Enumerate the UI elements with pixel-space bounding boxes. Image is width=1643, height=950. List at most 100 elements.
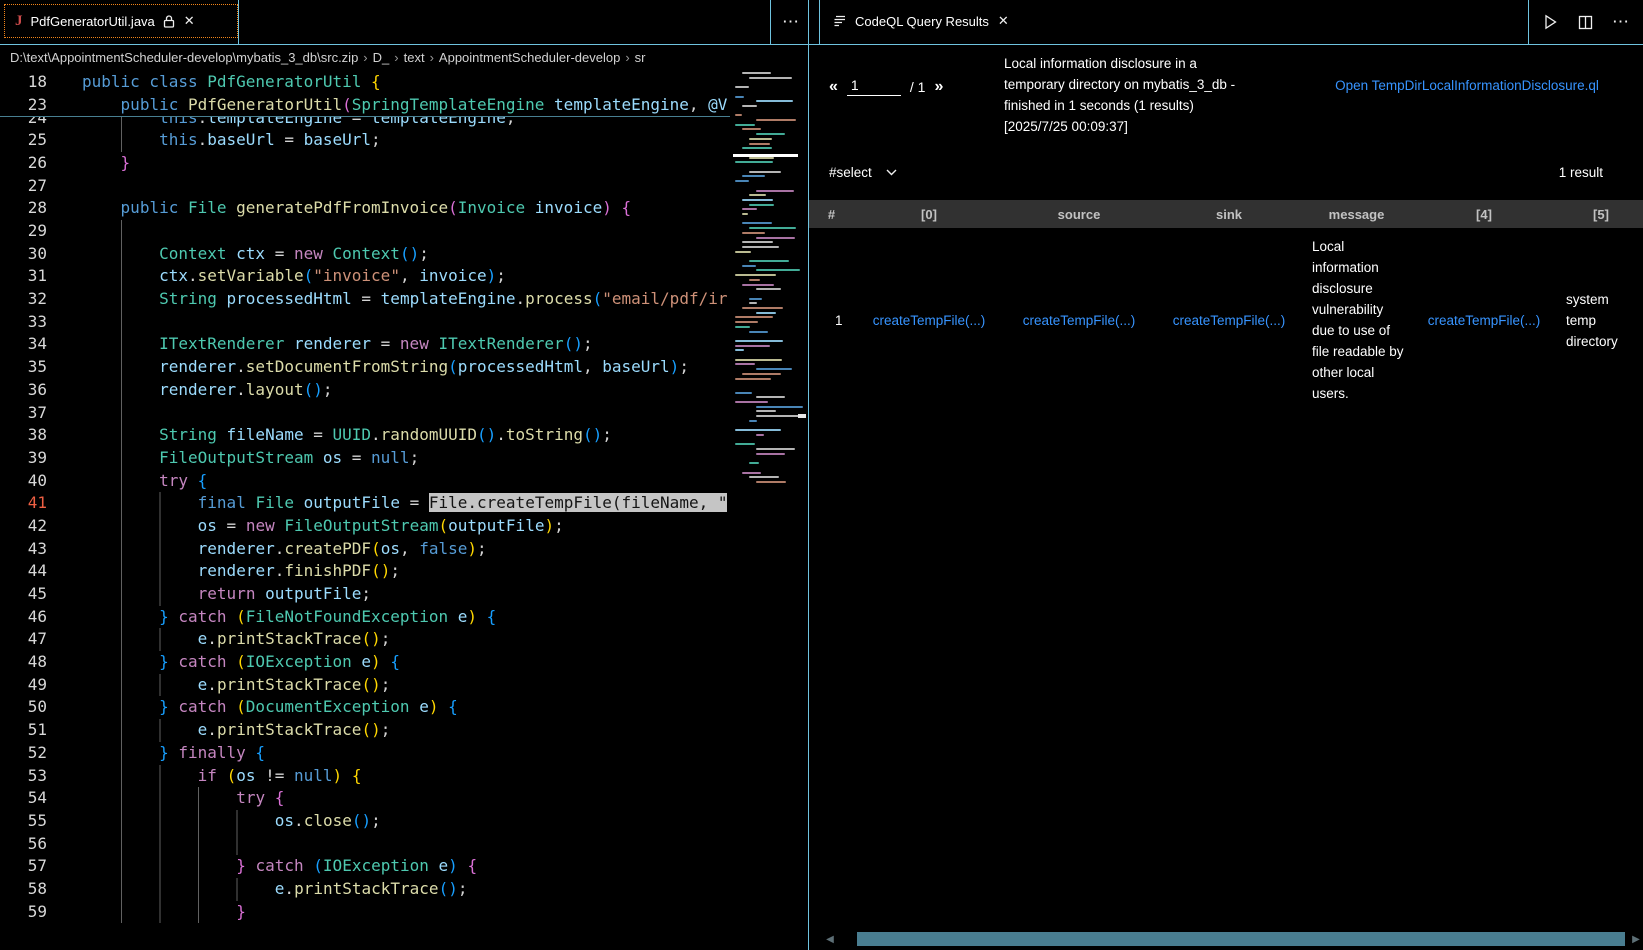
minimap[interactable] [733,70,798,500]
code-line-29[interactable]: 29 [0,220,730,243]
line-number[interactable]: 56 [0,833,47,856]
code-line-23[interactable]: 23public PdfGeneratorUtil(SpringTemplate… [0,93,730,116]
page-number-input[interactable] [847,77,901,96]
line-number[interactable]: 44 [0,560,47,583]
code-editor[interactable]: 24this.templateEngine = templateEngine;2… [0,70,808,950]
line-number[interactable]: 41 [0,492,47,515]
column-header-4[interactable]: [4] [1409,200,1559,228]
line-number[interactable]: 31 [0,265,47,288]
split-editor-button[interactable] [1572,8,1598,36]
code-lines[interactable]: 24this.templateEngine = templateEngine;2… [0,70,730,923]
horizontal-scrollbar[interactable]: ◀ ▶ [809,931,1643,947]
line-number[interactable]: 35 [0,356,47,379]
code-line-47[interactable]: 47e.printStackTrace(); [0,628,730,651]
code-line-26[interactable]: 26} [0,152,730,175]
line-number[interactable]: 47 [0,628,47,651]
line-number[interactable]: 48 [0,651,47,674]
code-line-50[interactable]: 50} catch (DocumentException e) { [0,696,730,719]
first-page-button[interactable]: « [829,78,838,96]
tab-pdfgeneratorutil[interactable]: J PdfGeneratorUtil.java ✕ [5,5,237,37]
code-line-41[interactable]: 41final File outputFile = File.createTem… [0,492,730,515]
code-line-40[interactable]: 40try { [0,470,730,493]
code-line-44[interactable]: 44renderer.finishPDF(); [0,560,730,583]
code-line-58[interactable]: 58e.printStackTrace(); [0,878,730,901]
line-number[interactable]: 46 [0,606,47,629]
line-number[interactable]: 42 [0,515,47,538]
code-line-53[interactable]: 53if (os != null) { [0,765,730,788]
run-query-button[interactable] [1537,8,1563,36]
code-line-56[interactable]: 56 [0,833,730,856]
line-number[interactable]: 45 [0,583,47,606]
result-location-link[interactable]: createTempFile(...) [873,313,986,328]
line-number[interactable]: 57 [0,855,47,878]
line-number[interactable]: 28 [0,197,47,220]
line-number[interactable]: 25 [0,129,47,152]
code-line-52[interactable]: 52} finally { [0,742,730,765]
open-query-file-link[interactable]: Open TempDirLocalInformationDisclosure.q… [1325,75,1609,96]
code-line-37[interactable]: 37 [0,402,730,425]
line-number[interactable]: 30 [0,243,47,266]
breadcrumb-segment[interactable]: AppointmentScheduler-develop [439,50,620,65]
code-line-32[interactable]: 32String processedHtml = templateEngine.… [0,288,730,311]
result-location-link[interactable]: createTempFile(...) [1023,313,1136,328]
sticky-scroll[interactable]: 18public class PdfGeneratorUtil {23publi… [0,70,730,117]
scroll-right-arrow[interactable]: ▶ [1627,931,1643,947]
line-number[interactable]: 40 [0,470,47,493]
result-location-link[interactable]: createTempFile(...) [1173,313,1286,328]
line-number[interactable]: 34 [0,333,47,356]
line-number[interactable]: 38 [0,424,47,447]
code-line-18[interactable]: 18public class PdfGeneratorUtil { [0,70,730,93]
column-header-[interactable]: # [809,200,854,228]
line-number[interactable]: 33 [0,311,47,334]
column-header-5[interactable]: [5] [1559,200,1643,228]
code-line-57[interactable]: 57} catch (IOException e) { [0,855,730,878]
line-number[interactable]: 55 [0,810,47,833]
breadcrumb-segment[interactable]: text [404,50,425,65]
line-number[interactable]: 52 [0,742,47,765]
code-line-35[interactable]: 35renderer.setDocumentFromString(process… [0,356,730,379]
line-number[interactable]: 39 [0,447,47,470]
tab-codeql-query-results[interactable]: CodeQL Query Results ✕ [822,5,1019,37]
editor-group-divider[interactable] [808,0,809,950]
code-line-34[interactable]: 34ITextRenderer renderer = new ITextRend… [0,333,730,356]
line-number[interactable]: 58 [0,878,47,901]
scrollbar-thumb[interactable] [857,932,1625,946]
breadcrumb-segment[interactable]: D_ [373,50,390,65]
line-number[interactable]: 43 [0,538,47,561]
code-line-54[interactable]: 54try { [0,787,730,810]
line-number[interactable]: 36 [0,379,47,402]
code-line-49[interactable]: 49e.printStackTrace(); [0,674,730,697]
column-header-0[interactable]: [0] [854,200,1004,228]
line-number[interactable]: 37 [0,402,47,425]
close-icon[interactable]: ✕ [184,13,195,29]
column-header-message[interactable]: message [1304,200,1409,228]
line-number[interactable]: 32 [0,288,47,311]
line-number[interactable]: 18 [0,70,47,93]
line-number[interactable]: 59 [0,901,47,924]
code-line-51[interactable]: 51e.printStackTrace(); [0,719,730,742]
scroll-left-arrow[interactable]: ◀ [821,931,839,947]
code-line-30[interactable]: 30Context ctx = new Context(); [0,243,730,266]
more-actions-button[interactable]: ⋯ [1606,8,1636,36]
breadcrumb-segment[interactable]: sr [635,50,646,65]
result-location-link[interactable]: createTempFile(...) [1428,313,1541,328]
code-line-38[interactable]: 38String fileName = UUID.randomUUID().to… [0,424,730,447]
code-line-33[interactable]: 33 [0,311,730,334]
code-line-43[interactable]: 43renderer.createPDF(os, false); [0,538,730,561]
code-line-55[interactable]: 55os.close(); [0,810,730,833]
column-header-sink[interactable]: sink [1154,200,1304,228]
line-number[interactable]: 51 [0,719,47,742]
breadcrumb-segment[interactable]: D:\text\AppointmentScheduler-develop\myb… [10,50,358,65]
result-set-selector[interactable]: #select [829,165,897,180]
line-number[interactable]: 50 [0,696,47,719]
code-line-46[interactable]: 46} catch (FileNotFoundException e) { [0,606,730,629]
line-number[interactable]: 53 [0,765,47,788]
line-number[interactable]: 54 [0,787,47,810]
code-line-42[interactable]: 42os = new FileOutputStream(outputFile); [0,515,730,538]
left-editor-more-actions-button[interactable]: ⋯ [776,8,806,36]
last-page-button[interactable]: » [934,78,943,96]
line-number[interactable]: 49 [0,674,47,697]
code-line-28[interactable]: 28public File generatePdfFromInvoice(Inv… [0,197,730,220]
code-line-39[interactable]: 39FileOutputStream os = null; [0,447,730,470]
overview-ruler[interactable] [798,70,808,950]
